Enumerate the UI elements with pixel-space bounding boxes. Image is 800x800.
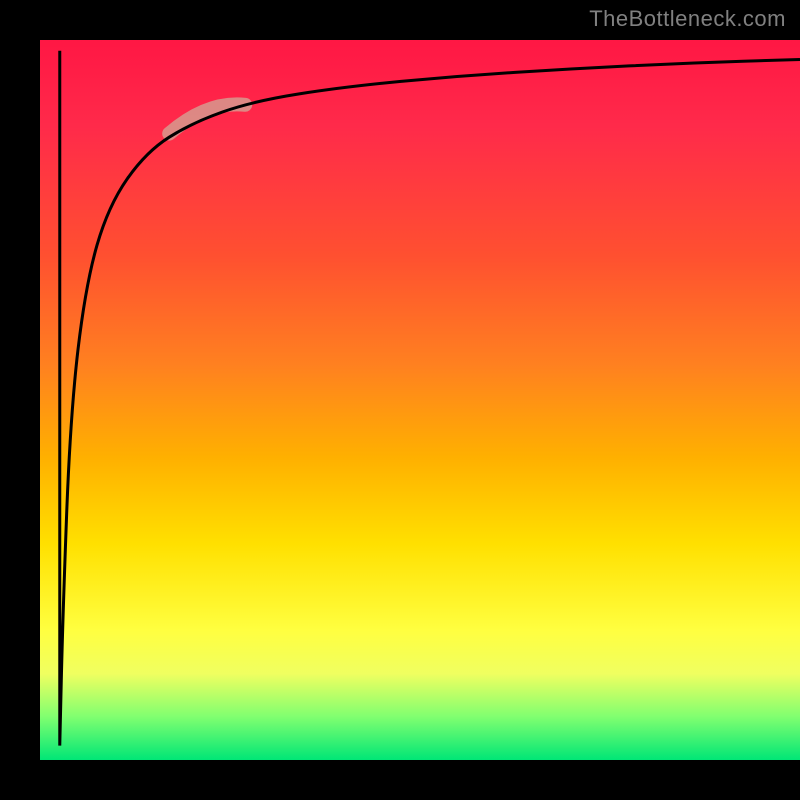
bottleneck-curve xyxy=(60,51,800,746)
highlight-segment xyxy=(169,104,245,133)
attribution-text: TheBottleneck.com xyxy=(589,6,786,32)
plot-gradient-area xyxy=(40,40,800,760)
curve-svg xyxy=(40,40,800,760)
